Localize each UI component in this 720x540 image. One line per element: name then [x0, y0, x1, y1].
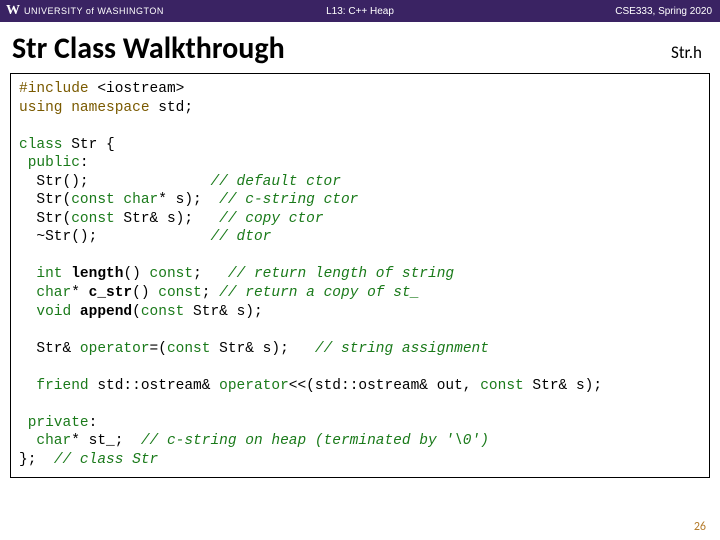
code-token — [63, 266, 72, 282]
code-token: std::ostream& — [89, 378, 220, 394]
code-token: Str(); — [19, 174, 210, 190]
code-comment: // c-string on heap (terminated by '\0') — [141, 433, 489, 449]
code-token: friend — [36, 378, 88, 394]
code-token: const — [158, 285, 202, 301]
code-comment: // c-string ctor — [219, 192, 358, 208]
code-token: char — [36, 285, 71, 301]
code-token: : — [89, 415, 98, 431]
code-comment: // dtor — [210, 229, 271, 245]
code-token: const — [71, 211, 115, 227]
code-token: : — [80, 155, 89, 171]
code-token — [19, 433, 36, 449]
code-token: Str& s); — [115, 211, 219, 227]
code-token — [19, 285, 36, 301]
university-name: UNIVERSITY of WASHINGTON — [24, 6, 164, 16]
code-token: }; — [19, 452, 54, 468]
code-token: Str& — [19, 341, 80, 357]
code-token: class — [19, 137, 63, 153]
code-token: <<(std::ostream& out, — [289, 378, 480, 394]
code-token: <iostream> — [89, 81, 185, 97]
course-label: CSE333, Spring 2020 — [615, 6, 712, 17]
code-token: ~Str(); — [19, 229, 210, 245]
code-fn: append — [80, 304, 132, 320]
slide-title: Str Class Walkthrough — [12, 30, 285, 67]
code-token — [19, 378, 36, 394]
top-bar: W UNIVERSITY of WASHINGTON L13: C++ Heap… — [0, 0, 720, 22]
title-row: Str Class Walkthrough Str.h — [0, 22, 720, 71]
code-comment: // copy ctor — [219, 211, 323, 227]
code-token: ; — [193, 266, 228, 282]
code-token: #include — [19, 81, 89, 97]
lecture-label: L13: C++ Heap — [326, 6, 394, 17]
code-token: ; — [202, 285, 219, 301]
code-token: Str& s); — [210, 341, 314, 357]
code-token: Str { — [63, 137, 115, 153]
code-comment: // string assignment — [315, 341, 489, 357]
code-token: char — [36, 433, 71, 449]
uw-logo-icon: W — [6, 3, 20, 19]
code-token: * — [71, 285, 88, 301]
code-token: * s); — [158, 192, 219, 208]
file-name-label: Str.h — [671, 42, 702, 63]
code-token: const char — [71, 192, 158, 208]
code-token — [19, 304, 36, 320]
code-token: const — [141, 304, 185, 320]
code-token: () — [132, 285, 158, 301]
code-comment: // return length of string — [228, 266, 454, 282]
code-token: Str( — [19, 192, 71, 208]
code-token: ( — [132, 304, 141, 320]
code-comment: // class Str — [54, 452, 158, 468]
code-comment: // return a copy of st_ — [219, 285, 419, 301]
code-token: using namespace — [19, 100, 150, 116]
code-token: Str( — [19, 211, 71, 227]
university-logo-block: W UNIVERSITY of WASHINGTON — [0, 3, 164, 19]
code-token: const — [167, 341, 211, 357]
code-token: int — [36, 266, 62, 282]
code-block: #include <iostream> using namespace std;… — [10, 73, 710, 478]
code-token: std; — [150, 100, 194, 116]
code-token: public — [19, 155, 80, 171]
code-token: const — [480, 378, 524, 394]
code-token: const — [150, 266, 194, 282]
code-token: Str& s); — [524, 378, 602, 394]
code-token: =( — [150, 341, 167, 357]
code-fn: length — [71, 266, 123, 282]
code-token: operator — [80, 341, 150, 357]
code-token: private — [19, 415, 89, 431]
code-token: () — [123, 266, 149, 282]
page-number: 26 — [694, 520, 706, 534]
code-token — [71, 304, 80, 320]
code-token: Str& s); — [184, 304, 262, 320]
code-token: * st_; — [71, 433, 141, 449]
code-token: operator — [219, 378, 289, 394]
code-token: void — [36, 304, 71, 320]
code-token — [19, 266, 36, 282]
code-comment: // default ctor — [210, 174, 341, 190]
code-fn: c_str — [89, 285, 133, 301]
